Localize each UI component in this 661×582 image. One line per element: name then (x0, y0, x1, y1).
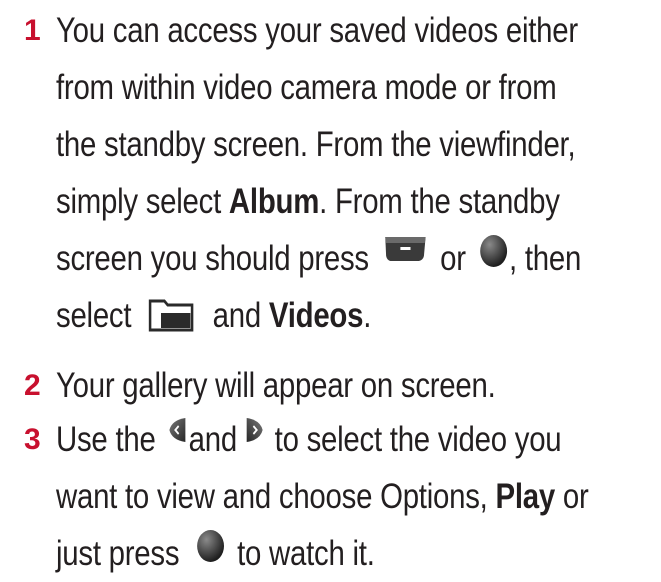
text-fragment: or (432, 239, 474, 278)
nav-left-icon (167, 416, 187, 444)
text-fragment: and (188, 420, 245, 459)
text-fragment: want to view and choose Options, (56, 477, 496, 516)
step-line: Your gallery will appear on screen. (56, 366, 496, 405)
album-label: Album (228, 182, 320, 221)
ok-button-icon (196, 528, 226, 564)
text-fragment: to watch it. (229, 534, 375, 573)
step-text: Your gallery will appear on screen. (56, 357, 560, 414)
text-fragment: Use the (56, 420, 164, 459)
step-number: 1 (24, 14, 41, 47)
step-line: select and Videos. (56, 287, 560, 344)
step-line: Use the and to select the video you (56, 411, 562, 468)
instruction-page: 1 You can access your saved videos eithe… (0, 0, 661, 573)
videos-label: Videos (268, 296, 364, 335)
step-number: 3 (24, 423, 41, 456)
text-fragment: or (554, 477, 589, 516)
step-line: screen you should press or , then (56, 230, 581, 287)
step-line: You can access your saved videos either (56, 11, 578, 50)
step-text: You can access your saved videos either … (56, 2, 581, 344)
nav-right-icon (245, 416, 265, 444)
text-fragment: , then (508, 239, 582, 278)
play-label: Play (495, 477, 555, 516)
step-3: 3 Use the and to select the video you wa… (0, 411, 661, 573)
text-fragment: . From the standby (319, 182, 560, 221)
text-fragment: screen you should press (56, 239, 377, 278)
step-text: Use the and to select the video you want… (56, 411, 589, 582)
left-soft-key-icon (384, 234, 428, 264)
step-2: 2 Your gallery will appear on screen. (0, 357, 661, 414)
text-fragment: just press (56, 534, 188, 573)
step-1: 1 You can access your saved videos eithe… (0, 2, 661, 344)
text-fragment: and (204, 296, 269, 335)
text-fragment: . (363, 296, 372, 335)
folder-icon (148, 296, 195, 332)
ok-button-icon (479, 233, 509, 269)
text-fragment: simply select (56, 182, 229, 221)
text-fragment: select (56, 296, 140, 335)
step-line: want to view and choose Options, Play or (56, 468, 589, 525)
step-line: the standby screen. From the viewfinder, (56, 125, 576, 164)
step-number: 2 (24, 369, 41, 402)
step-line: simply select Album. From the standby (56, 173, 560, 230)
step-line: from within video camera mode or from (56, 68, 557, 107)
step-line: just press to watch it. (56, 525, 560, 582)
text-fragment: to select the video you (266, 420, 562, 459)
